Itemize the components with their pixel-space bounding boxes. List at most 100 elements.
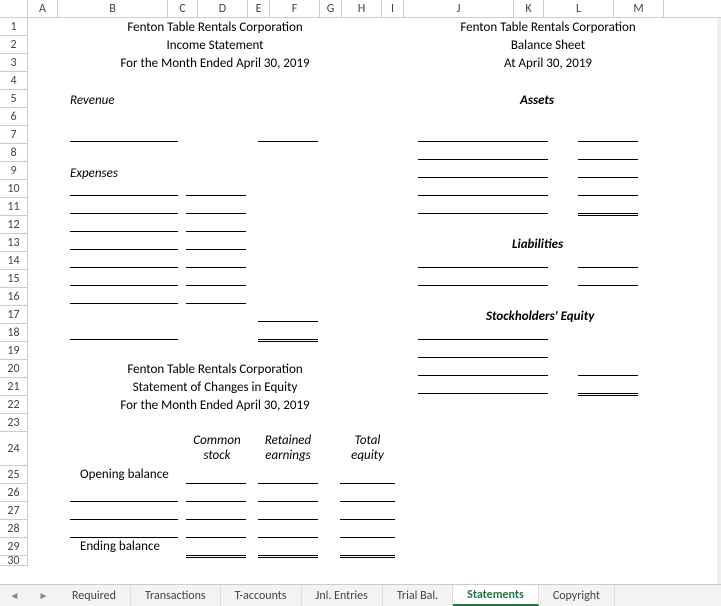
revenue-amt-line[interactable] [258, 141, 318, 142]
exp-desc-7[interactable] [70, 303, 178, 304]
exp-amt1-5[interactable] [186, 267, 246, 268]
asset-desc-1[interactable] [418, 141, 548, 142]
se-desc-1[interactable] [418, 339, 548, 340]
open-total[interactable] [340, 483, 395, 484]
asset-desc-4[interactable] [418, 195, 548, 196]
col-K[interactable]: K [514, 0, 544, 17]
tab-required[interactable]: Required [58, 585, 131, 606]
exp-amt1-1[interactable] [186, 195, 246, 196]
row-15[interactable]: 15 [0, 270, 28, 288]
row-30[interactable]: 30 [0, 556, 28, 566]
asset-desc-5[interactable] [418, 213, 548, 214]
row-4[interactable]: 4 [0, 72, 28, 90]
exp-desc-5[interactable] [70, 267, 178, 268]
end-total[interactable] [340, 555, 395, 556]
row-26[interactable]: 26 [0, 484, 28, 502]
exp-desc-4[interactable] [70, 249, 178, 250]
row-12[interactable]: 12 [0, 216, 28, 234]
open-common[interactable] [186, 483, 246, 484]
col-I[interactable]: I [382, 0, 404, 17]
eq-desc-1[interactable] [70, 501, 178, 502]
tab-nav[interactable]: ◄ ► [0, 585, 58, 606]
asset-amt-2[interactable] [578, 159, 638, 160]
asset-amt-4[interactable] [578, 195, 638, 196]
row-13[interactable]: 13 [0, 234, 28, 252]
tab-trial-bal[interactable]: Trial Bal. [383, 585, 453, 606]
row-23[interactable]: 23 [0, 414, 28, 432]
select-all-corner[interactable] [0, 0, 28, 17]
se-total[interactable] [578, 393, 638, 394]
row-18[interactable]: 18 [0, 324, 28, 342]
liab-desc-2[interactable] [418, 285, 548, 286]
end-retained[interactable] [258, 555, 318, 556]
se-desc-4[interactable] [418, 393, 548, 394]
revenue-desc-line[interactable] [70, 141, 178, 142]
cell-area[interactable]: Fenton Table Rentals Corporation Income … [28, 18, 721, 566]
row-16[interactable]: 16 [0, 288, 28, 306]
col-F[interactable]: F [270, 0, 320, 17]
col-D[interactable]: D [198, 0, 248, 17]
col-C[interactable]: C [168, 0, 198, 17]
eq-c-3[interactable] [186, 537, 246, 538]
row-28[interactable]: 28 [0, 520, 28, 538]
eq-t-3[interactable] [340, 537, 395, 538]
exp-amt1-3[interactable] [186, 231, 246, 232]
row-1[interactable]: 1 [0, 18, 28, 36]
row-20[interactable]: 20 [0, 360, 28, 378]
eq-desc-3[interactable] [70, 537, 178, 538]
tab-copyright[interactable]: Copyright [539, 585, 615, 606]
exp-amt1-4[interactable] [186, 249, 246, 250]
col-J[interactable]: J [404, 0, 514, 17]
open-retained[interactable] [258, 483, 318, 484]
se-desc-3[interactable] [418, 375, 548, 376]
row-6[interactable]: 6 [0, 108, 28, 126]
tab-statements[interactable]: Statements [453, 585, 539, 606]
tab-jnl-entries[interactable]: Jnl. Entries [302, 585, 383, 606]
row-21[interactable]: 21 [0, 378, 28, 396]
row-24[interactable]: 24 [0, 432, 28, 466]
eq-r-3[interactable] [258, 537, 318, 538]
eq-desc-2[interactable] [70, 519, 178, 520]
tab-transactions[interactable]: Transactions [131, 585, 221, 606]
exp-amt1-6[interactable] [186, 285, 246, 286]
exp-amt1-2[interactable] [186, 213, 246, 214]
row-27[interactable]: 27 [0, 502, 28, 520]
row-5[interactable]: 5 [0, 90, 28, 108]
exp-desc-1[interactable] [70, 195, 178, 196]
eq-c-1[interactable] [186, 501, 246, 502]
row-25[interactable]: 25 [0, 466, 28, 484]
asset-amt-3[interactable] [578, 177, 638, 178]
exp-total-line[interactable] [258, 321, 318, 322]
tab-taccounts[interactable]: T-accounts [221, 585, 302, 606]
row-9[interactable]: 9 [0, 162, 28, 180]
liab-desc-1[interactable] [418, 267, 548, 268]
exp-desc-2[interactable] [70, 213, 178, 214]
row-14[interactable]: 14 [0, 252, 28, 270]
col-H[interactable]: H [342, 0, 382, 17]
row-10[interactable]: 10 [0, 180, 28, 198]
row-2[interactable]: 2 [0, 36, 28, 54]
col-M[interactable]: M [614, 0, 664, 17]
row-11[interactable]: 11 [0, 198, 28, 216]
col-B[interactable]: B [58, 0, 168, 17]
row-7[interactable]: 7 [0, 126, 28, 144]
asset-total[interactable] [578, 213, 638, 214]
asset-amt-1[interactable] [578, 141, 638, 142]
col-A[interactable]: A [28, 0, 58, 17]
col-L[interactable]: L [544, 0, 614, 17]
exp-desc-3[interactable] [70, 231, 178, 232]
end-common[interactable] [186, 555, 246, 556]
col-E[interactable]: E [248, 0, 270, 17]
row-19[interactable]: 19 [0, 342, 28, 360]
liab-amt-1[interactable] [578, 267, 638, 268]
se-amt-3[interactable] [578, 375, 638, 376]
row-8[interactable]: 8 [0, 144, 28, 162]
netinc-desc[interactable] [70, 339, 178, 340]
row-3[interactable]: 3 [0, 54, 28, 72]
tab-next-icon[interactable]: ► [39, 589, 49, 602]
eq-t-2[interactable] [340, 519, 395, 520]
vertical-scrollbar[interactable] [717, 18, 721, 584]
asset-desc-3[interactable] [418, 177, 548, 178]
eq-t-1[interactable] [340, 501, 395, 502]
se-desc-2[interactable] [418, 357, 548, 358]
